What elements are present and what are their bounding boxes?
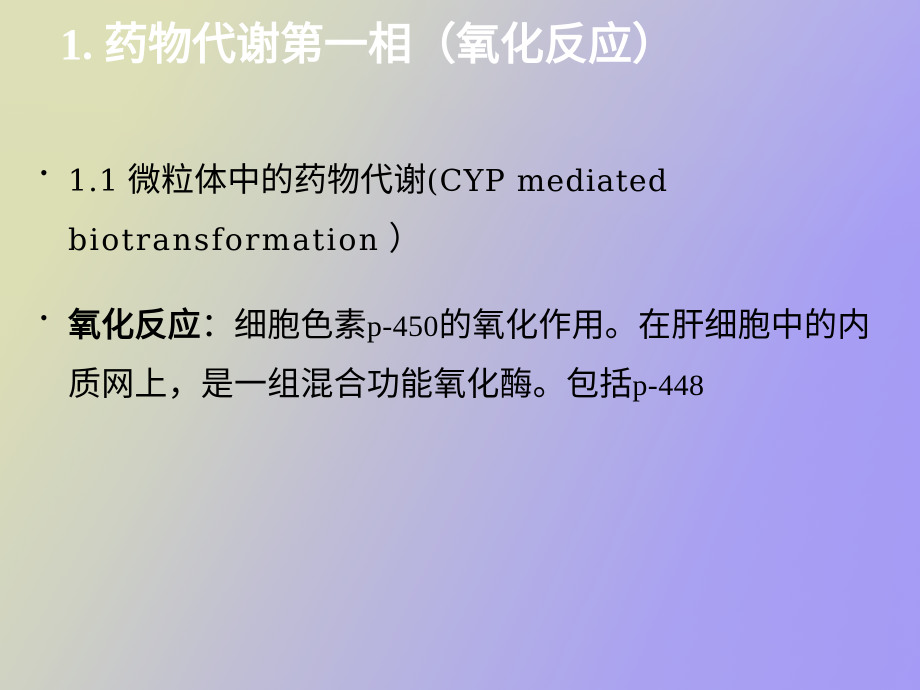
bullet-1-segment-number: 1.1 — [68, 164, 120, 199]
page-title: 1. 药物代谢第一相（氧化反应） — [60, 20, 676, 69]
bullet-point-icon: • — [40, 304, 48, 330]
list-item: • 氧化反应：细胞色素p-450的氧化作用。在肝细胞中的内质网上，是一组混合功能… — [40, 297, 890, 416]
slide-body-placeholder: • 1.1 微粒体中的药物代谢(CYP mediated biotransform… — [40, 152, 890, 416]
bullet-1-segment-close-paren: ） — [380, 222, 422, 259]
bullet-1-segment-cyp: (CYP mediated — [426, 164, 669, 199]
bullet-2-segment-heading: 氧化反应 — [68, 307, 201, 344]
bullet-2-segment-p448: p-448 — [632, 369, 705, 403]
bullet-2-segment-p450: p-450 — [366, 309, 439, 343]
bullet-1-segment-biotransformation: biotransformation — [68, 223, 381, 259]
bullet-2-segment-han-1: ：细胞色素 — [200, 307, 367, 344]
bullet-1-segment-han: 微粒体中的药物代谢 — [119, 163, 427, 199]
list-item-text: 1.1 微粒体中的药物代谢(CYP mediated biotransformat… — [68, 152, 890, 271]
presentation-slide: 1. 药物代谢第一相（氧化反应） • 1.1 微粒体中的药物代谢(CYP med… — [0, 0, 920, 690]
list-item-text: 氧化反应：细胞色素p-450的氧化作用。在肝细胞中的内质网上，是一组混合功能氧化… — [68, 297, 890, 416]
slide-title-placeholder: 1. 药物代谢第一相（氧化反应） — [60, 18, 860, 72]
list-item: • 1.1 微粒体中的药物代谢(CYP mediated biotransform… — [40, 152, 890, 271]
bullet-point-icon: • — [40, 160, 48, 185]
